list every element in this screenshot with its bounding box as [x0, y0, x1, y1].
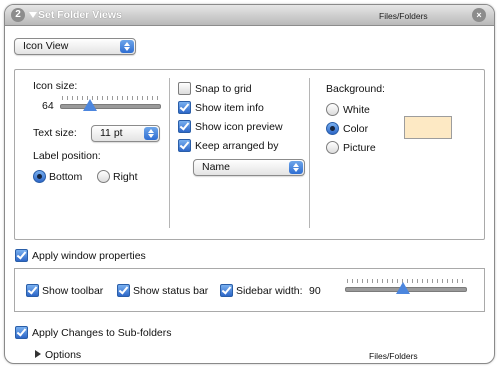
label-position-bottom-radio[interactable]	[33, 170, 46, 183]
icon-size-value: 64	[42, 100, 54, 112]
show-toolbar-label: Show toolbar	[42, 285, 104, 297]
show-icon-preview-checkbox[interactable]	[178, 120, 191, 133]
options-disclosure-icon[interactable]	[35, 350, 41, 358]
background-color-label: Color	[343, 123, 369, 135]
show-icon-preview-label: Show icon preview	[195, 121, 283, 133]
slider-track	[60, 104, 161, 109]
sidebar-width-label: Sidebar width:	[236, 285, 303, 297]
icon-size-label: Icon size:	[33, 80, 78, 92]
show-status-bar-checkbox[interactable]	[117, 284, 130, 297]
keep-arranged-by-checkbox[interactable]	[178, 139, 191, 152]
view-options-box: Icon size: 64 Text size: 11 pt Label pos…	[14, 69, 485, 240]
background-color-swatch[interactable]	[404, 116, 452, 139]
apply-window-properties-label: Apply window properties	[32, 250, 146, 262]
action-category: Files/Folders	[379, 11, 428, 21]
background-white-radio[interactable]	[326, 103, 339, 116]
arrange-by-value: Name	[202, 161, 231, 173]
snap-to-grid-label: Snap to grid	[195, 83, 252, 95]
slider-thumb[interactable]	[82, 99, 97, 111]
column-divider	[169, 78, 170, 228]
action-title: Set Folder Views	[38, 9, 122, 21]
apply-to-subfolders-checkbox[interactable]	[15, 326, 28, 339]
options-label[interactable]: Options	[45, 349, 81, 361]
view-type-value: Icon View	[23, 40, 69, 52]
show-item-info-checkbox[interactable]	[178, 101, 191, 114]
background-white-label: White	[343, 104, 370, 116]
apply-to-subfolders-label: Apply Changes to Sub-folders	[32, 327, 172, 339]
label-position-label: Label position:	[33, 150, 101, 162]
popup-arrows-icon	[144, 127, 158, 140]
apply-window-properties-checkbox[interactable]	[15, 249, 28, 262]
collapse-triangle-icon[interactable]	[29, 12, 37, 18]
snap-to-grid-checkbox[interactable]	[178, 82, 191, 95]
background-picture-label: Picture	[343, 142, 376, 154]
text-size-value: 11 pt	[100, 127, 123, 139]
close-icon[interactable]: ×	[472, 8, 486, 22]
column-divider	[309, 78, 310, 228]
label-position-right-label: Right	[113, 171, 138, 183]
slider-ticks	[62, 96, 159, 100]
text-size-popup[interactable]: 11 pt	[91, 125, 160, 142]
background-label: Background:	[326, 83, 385, 95]
label-position-right-radio[interactable]	[97, 170, 110, 183]
popup-arrows-icon	[120, 40, 134, 53]
label-position-bottom-label: Bottom	[49, 171, 83, 183]
background-picture-radio[interactable]	[326, 141, 339, 154]
popup-arrows-icon	[289, 161, 303, 174]
slider-thumb[interactable]	[395, 282, 410, 294]
action-panel: 2 Set Folder Views Files/Folders × Icon …	[4, 4, 495, 364]
sidebar-width-value: 90	[309, 285, 321, 297]
view-type-popup[interactable]: Icon View	[14, 38, 136, 55]
background-color-radio[interactable]	[326, 122, 339, 135]
keep-arranged-by-label: Keep arranged by	[195, 140, 279, 152]
show-status-bar-label: Show status bar	[133, 285, 209, 297]
title-bar: 2 Set Folder Views Files/Folders ×	[5, 5, 494, 26]
window-properties-box: Show toolbar Show status bar Sidebar wid…	[14, 268, 485, 312]
arrange-by-popup[interactable]: Name	[193, 159, 305, 176]
show-item-info-label: Show item info	[195, 102, 264, 114]
show-toolbar-checkbox[interactable]	[26, 284, 39, 297]
sidebar-width-checkbox[interactable]	[220, 284, 233, 297]
text-size-label: Text size:	[33, 127, 77, 139]
footer-category: Files/Folders	[369, 351, 418, 361]
step-number-badge: 2	[11, 8, 25, 22]
